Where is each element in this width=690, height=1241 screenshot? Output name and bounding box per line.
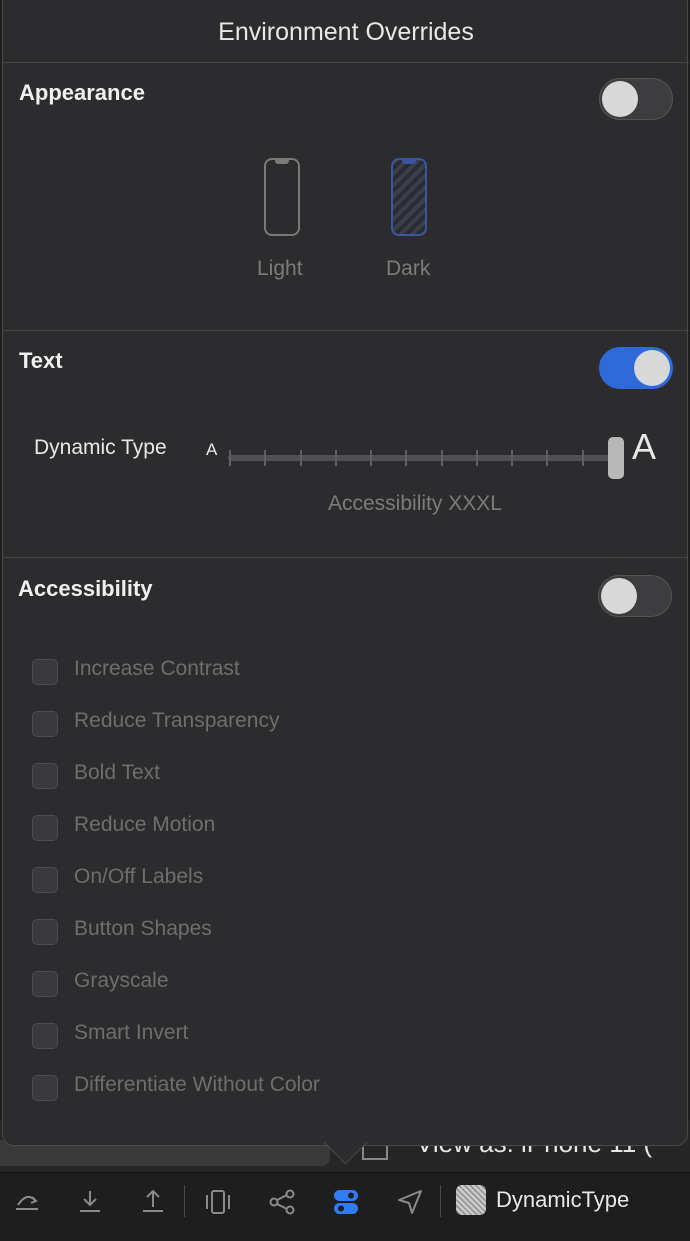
slider-tick <box>334 450 337 466</box>
slider-tick <box>475 450 478 466</box>
dark-label: Dark <box>386 257 431 280</box>
light-label: Light <box>257 257 303 280</box>
slider-tick <box>546 450 549 466</box>
checkbox[interactable] <box>32 971 58 997</box>
text-toggle[interactable] <box>599 347 673 389</box>
slider-tick <box>229 450 231 466</box>
step-into-icon[interactable] <box>75 1187 105 1217</box>
text-divider <box>2 557 688 558</box>
appearance-heading: Appearance <box>19 80 145 105</box>
scheme-icon <box>456 1185 486 1215</box>
checkbox[interactable] <box>32 659 58 685</box>
checkbox-label: Grayscale <box>74 969 169 992</box>
toolbar-separator <box>440 1185 441 1217</box>
appearance-toggle[interactable] <box>599 78 673 120</box>
checkbox-label: Reduce Motion <box>74 813 216 836</box>
scheme-name[interactable]: DynamicType <box>496 1187 629 1213</box>
memory-graph-icon[interactable] <box>267 1187 297 1217</box>
slider-tick <box>299 450 302 466</box>
accessibility-heading: Accessibility <box>18 576 153 601</box>
checkbox[interactable] <box>32 711 58 737</box>
text-heading: Text <box>19 348 63 373</box>
toolbar-separator <box>184 1185 185 1217</box>
slider-tick <box>264 450 267 466</box>
environment-overrides-icon[interactable] <box>331 1187 361 1217</box>
popover-title: Environment Overrides <box>218 18 474 46</box>
breakpoint-step-over-icon[interactable] <box>12 1187 42 1217</box>
checkbox[interactable] <box>32 1075 58 1101</box>
checkbox[interactable] <box>32 1023 58 1049</box>
title-divider <box>3 62 689 63</box>
slider-tick <box>440 450 443 466</box>
accessibility-toggle[interactable] <box>598 575 672 617</box>
simulate-location-icon[interactable] <box>395 1187 425 1217</box>
slider-tick <box>370 450 373 466</box>
light-appearance-option[interactable] <box>264 158 300 236</box>
checkbox-label: Bold Text <box>74 761 160 784</box>
dynamic-type-slider-track[interactable] <box>228 455 618 461</box>
checkbox[interactable] <box>32 867 58 893</box>
slider-tick <box>581 450 584 466</box>
checkbox-label: Smart Invert <box>74 1021 189 1044</box>
small-text-glyph: A <box>206 440 218 459</box>
checkbox[interactable] <box>32 815 58 841</box>
slider-tick <box>511 450 514 466</box>
slider-tick <box>405 450 408 466</box>
debug-view-hierarchy-icon[interactable] <box>203 1187 233 1217</box>
checkbox-label: Button Shapes <box>74 917 212 940</box>
dynamic-type-slider-thumb[interactable] <box>608 437 624 479</box>
checkbox[interactable] <box>32 763 58 789</box>
dark-appearance-option[interactable] <box>391 158 427 236</box>
checkbox-label: Reduce Transparency <box>74 709 280 732</box>
checkbox-label: On/Off Labels <box>74 865 204 888</box>
checkbox-label: Increase Contrast <box>74 657 240 680</box>
checkbox-label: Differentiate Without Color <box>74 1073 320 1096</box>
dynamic-type-label: Dynamic Type <box>34 436 167 459</box>
debug-toolbar: DynamicType <box>0 1172 690 1241</box>
appearance-divider <box>3 330 689 331</box>
step-out-icon[interactable] <box>138 1187 168 1217</box>
checkbox[interactable] <box>32 919 58 945</box>
selected-size-label: Accessibility XXXL <box>328 492 502 515</box>
large-text-glyph: A <box>632 426 657 467</box>
